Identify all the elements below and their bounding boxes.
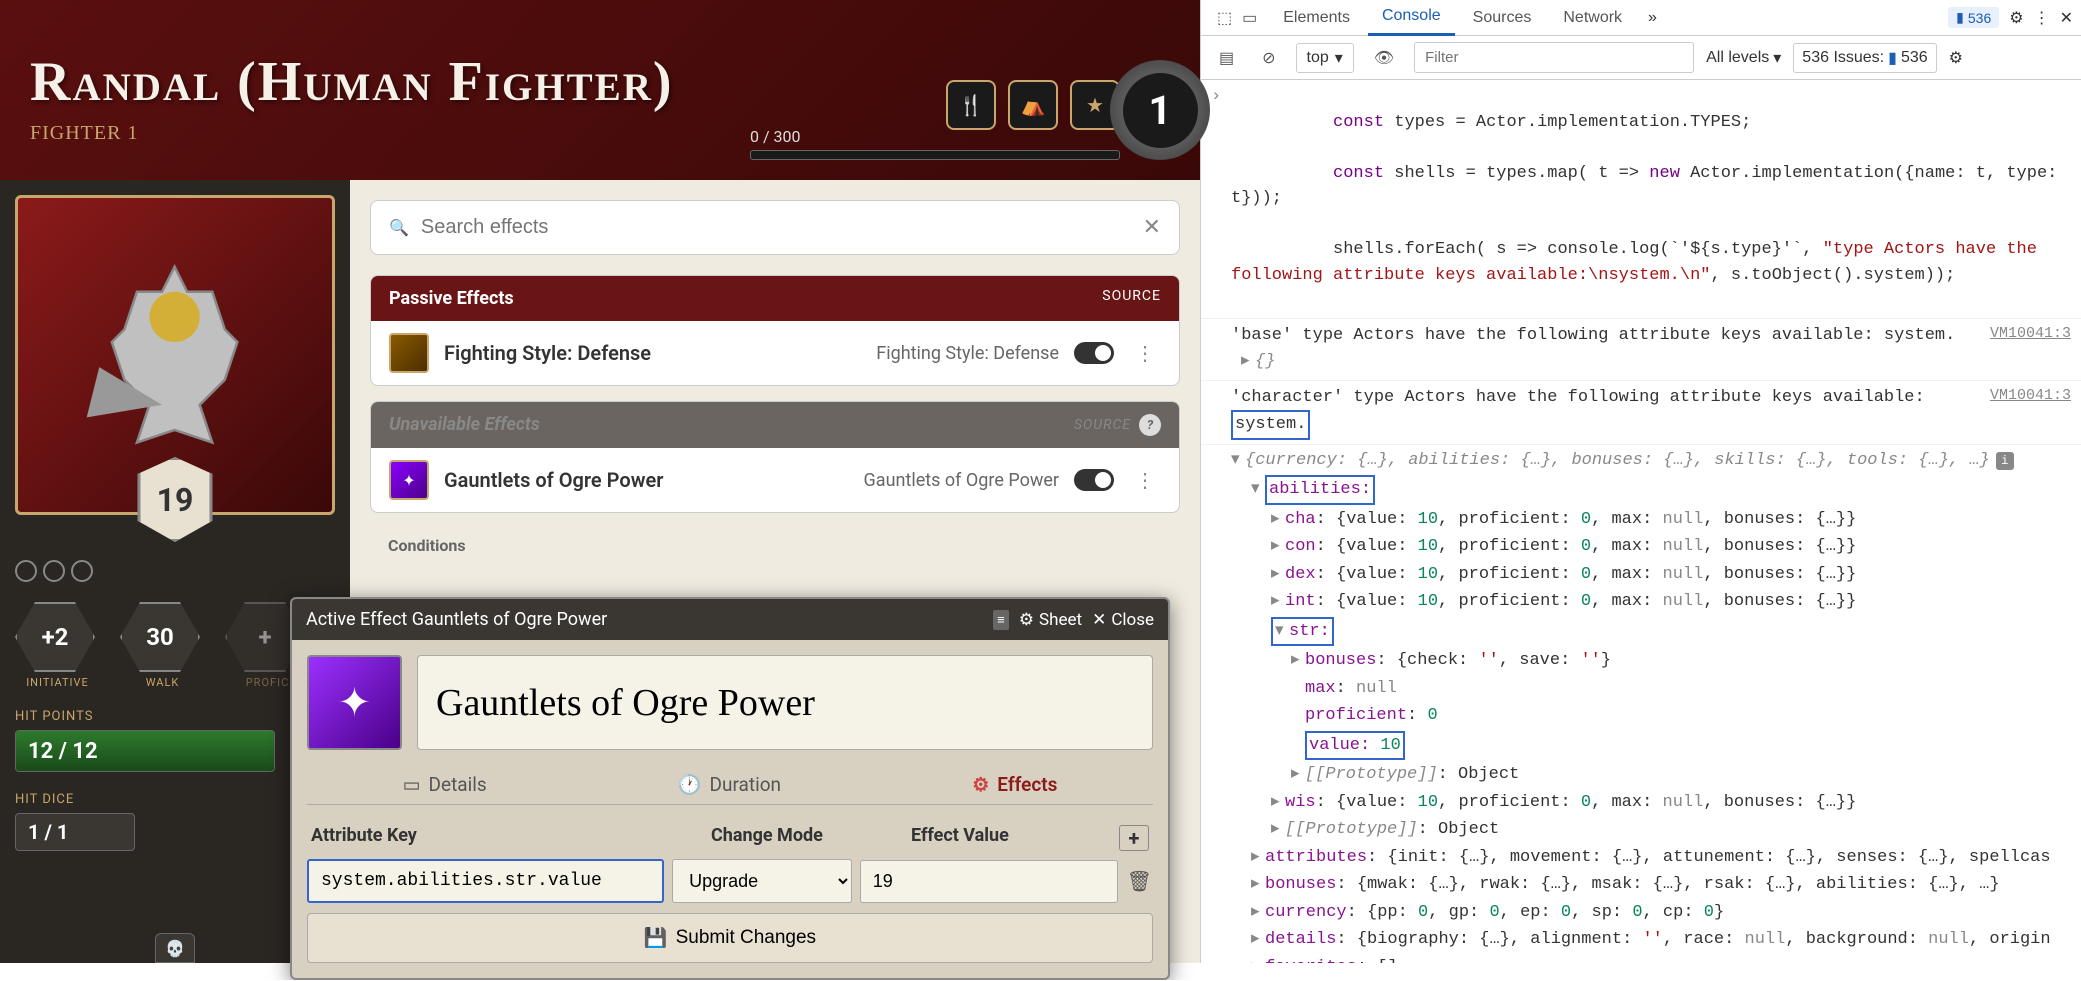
shield-icon bbox=[389, 333, 429, 373]
tab-console[interactable]: Console bbox=[1368, 0, 1455, 36]
close-icon: ✕ bbox=[1092, 610, 1106, 630]
source-column-header: SOURCE bbox=[1102, 288, 1161, 309]
dialog-title: Active Effect Gauntlets of Ogre Power bbox=[306, 609, 983, 630]
change-mode-select[interactable]: Upgrade bbox=[672, 859, 852, 903]
close-button[interactable]: ✕Close bbox=[1092, 610, 1154, 630]
console-output[interactable]: › const types = Actor.implementation.TYP… bbox=[1201, 80, 2081, 963]
tab-duration[interactable]: 🕐Duration bbox=[658, 765, 801, 804]
search-input[interactable] bbox=[421, 216, 1143, 239]
column-attribute-key: Attribute Key bbox=[311, 825, 711, 851]
more-tabs-icon[interactable]: » bbox=[1640, 1, 1665, 35]
source-link[interactable]: VM10041:3 bbox=[1990, 385, 2071, 408]
tent-icon[interactable]: ⛺ bbox=[1008, 80, 1058, 130]
effect-row-gauntlets[interactable]: ✦ Gauntlets of Ogre Power Gauntlets of O… bbox=[371, 448, 1179, 512]
kebab-menu-icon[interactable]: ⋮ bbox=[2034, 8, 2050, 28]
section-title: Unavailable Effects bbox=[389, 414, 540, 436]
log-message: 'character' type Actors have the followi… bbox=[1231, 388, 1925, 407]
log-message: 'base' type Actors have the following at… bbox=[1231, 326, 1955, 345]
devtools-panel: ⬚ ▭ Elements Console Sources Network » ▮… bbox=[1200, 0, 2081, 963]
tab-elements[interactable]: Elements bbox=[1269, 1, 1364, 35]
search-bar: 🔍 ✕ bbox=[370, 200, 1180, 255]
magic-icon: ✦ bbox=[389, 460, 429, 500]
gear-icon: ⚙ bbox=[972, 773, 989, 796]
xp-text: 0 / 300 bbox=[750, 127, 1120, 146]
clear-search-icon[interactable]: ✕ bbox=[1143, 215, 1161, 240]
console-toolbar: ▤ ⊘ top ▾ 👁 All levels ▾ 536 Issues: ▮53… bbox=[1201, 36, 2081, 80]
kebab-menu-icon[interactable]: ⋮ bbox=[1129, 468, 1161, 492]
messages-badge[interactable]: ▮536 bbox=[1948, 7, 1999, 28]
chevron-right-icon[interactable]: › bbox=[1211, 84, 1221, 110]
console-settings-icon[interactable]: ⚙ bbox=[1949, 48, 1963, 68]
sheet-header: Randal (Human Fighter) FIGHTER 1 🍴 ⛺ ★ 1… bbox=[0, 0, 1200, 180]
xp-bar: 0 / 300 bbox=[750, 127, 1120, 160]
gear-icon: ⚙ bbox=[1019, 610, 1034, 630]
save-icon: 💾 bbox=[644, 926, 668, 950]
sidebar-toggle-icon[interactable]: ▤ bbox=[1211, 44, 1242, 72]
level-value: 1 bbox=[1123, 73, 1198, 148]
inspect-icon[interactable]: ⬚ bbox=[1217, 8, 1232, 28]
issues-button[interactable]: 536 Issues: ▮536 bbox=[1793, 43, 1936, 73]
devtools-tabs: ⬚ ▭ Elements Console Sources Network » ▮… bbox=[1201, 0, 2081, 36]
kebab-menu-icon[interactable]: ⋮ bbox=[1129, 341, 1161, 365]
delete-row-icon[interactable]: 🗑 bbox=[1126, 869, 1153, 893]
close-devtools-icon[interactable]: ✕ bbox=[2060, 8, 2073, 28]
clock-icon: 🕐 bbox=[678, 773, 702, 796]
execution-context-select[interactable]: top ▾ bbox=[1296, 43, 1354, 73]
hp-label: HIT POINTS bbox=[15, 709, 335, 724]
food-icon[interactable]: 🍴 bbox=[946, 80, 996, 130]
walk-speed-stat[interactable]: 30 WALK bbox=[120, 602, 205, 689]
highlighted-text: system. bbox=[1231, 410, 1310, 440]
expand-toggle[interactable]: ▸ bbox=[1241, 349, 1255, 375]
add-row-button[interactable]: + bbox=[1119, 825, 1149, 851]
info-icon[interactable]: i bbox=[1996, 452, 2014, 470]
help-icon[interactable]: ? bbox=[1139, 414, 1161, 436]
document-icon: ≡ bbox=[993, 610, 1009, 630]
effect-toggle[interactable] bbox=[1074, 342, 1114, 364]
attribute-row: Upgrade 🗑 bbox=[307, 859, 1153, 903]
source-column-header: SOURCE bbox=[1074, 417, 1131, 433]
column-change-mode: Change Mode bbox=[711, 825, 911, 851]
skull-icon[interactable]: 💀 bbox=[155, 933, 195, 963]
hd-label: HIT DICE bbox=[15, 792, 335, 807]
chevron-down-icon: ▾ bbox=[1773, 48, 1781, 68]
search-icon: 🔍 bbox=[389, 218, 409, 237]
initiative-stat[interactable]: +2 INITIATIVE bbox=[15, 602, 100, 689]
tab-network[interactable]: Network bbox=[1549, 1, 1636, 35]
effect-name-input[interactable] bbox=[417, 655, 1153, 750]
settings-gear-icon[interactable]: ⚙ bbox=[2009, 8, 2023, 28]
effect-value-input[interactable] bbox=[860, 860, 1118, 903]
device-icon[interactable]: ▭ bbox=[1242, 8, 1257, 28]
column-effect-value: Effect Value bbox=[911, 825, 1119, 851]
effect-portrait[interactable]: ✦ bbox=[307, 655, 402, 750]
effect-toggle[interactable] bbox=[1074, 469, 1114, 491]
active-effect-dialog: Active Effect Gauntlets of Ogre Power ≡ … bbox=[290, 597, 1170, 980]
hp-bar[interactable]: 12 / 12 bbox=[15, 730, 275, 772]
death-saves[interactable] bbox=[15, 560, 335, 582]
hit-dice-bar[interactable]: 1 / 1 bbox=[15, 813, 135, 851]
source-link[interactable]: VM10041:3 bbox=[1990, 323, 2071, 346]
chevron-down-icon: ▾ bbox=[1335, 48, 1343, 68]
character-portrait[interactable]: 19 bbox=[15, 195, 335, 515]
attribute-key-input[interactable] bbox=[307, 859, 664, 903]
object-tree[interactable]: ▾{currency: {…}, abilities: {…}, bonuses… bbox=[1201, 445, 2081, 964]
submit-button[interactable]: 💾Submit Changes bbox=[307, 913, 1153, 963]
tab-effects[interactable]: ⚙Effects bbox=[952, 765, 1077, 804]
tab-details[interactable]: ▭Details bbox=[383, 765, 507, 804]
armor-class-badge: 19 bbox=[138, 457, 213, 542]
tab-sources[interactable]: Sources bbox=[1459, 1, 1546, 35]
section-title: Passive Effects bbox=[389, 288, 514, 309]
log-levels-select[interactable]: All levels ▾ bbox=[1706, 48, 1781, 68]
clear-console-icon[interactable]: ⊘ bbox=[1254, 44, 1283, 72]
level-badge: 1 bbox=[1110, 60, 1210, 160]
conditions-header: Conditions bbox=[370, 528, 1180, 563]
passive-effects-section: Passive Effects SOURCE Fighting Style: D… bbox=[370, 275, 1180, 386]
console-filter-input[interactable] bbox=[1414, 42, 1694, 73]
effect-row-fighting-style[interactable]: Fighting Style: Defense Fighting Style: … bbox=[371, 321, 1179, 385]
unavailable-effects-section: Unavailable Effects SOURCE ? ✦ Gauntlets… bbox=[370, 401, 1180, 513]
character-sheet-window: ✎ ⧉ ⚙ ◉ ✕ Randal (Human Fighter) FIGHTER… bbox=[0, 0, 1200, 963]
book-icon: ▭ bbox=[403, 773, 421, 796]
sheet-button[interactable]: ⚙Sheet bbox=[1019, 610, 1082, 630]
live-expression-icon[interactable]: 👁 bbox=[1366, 44, 1402, 72]
